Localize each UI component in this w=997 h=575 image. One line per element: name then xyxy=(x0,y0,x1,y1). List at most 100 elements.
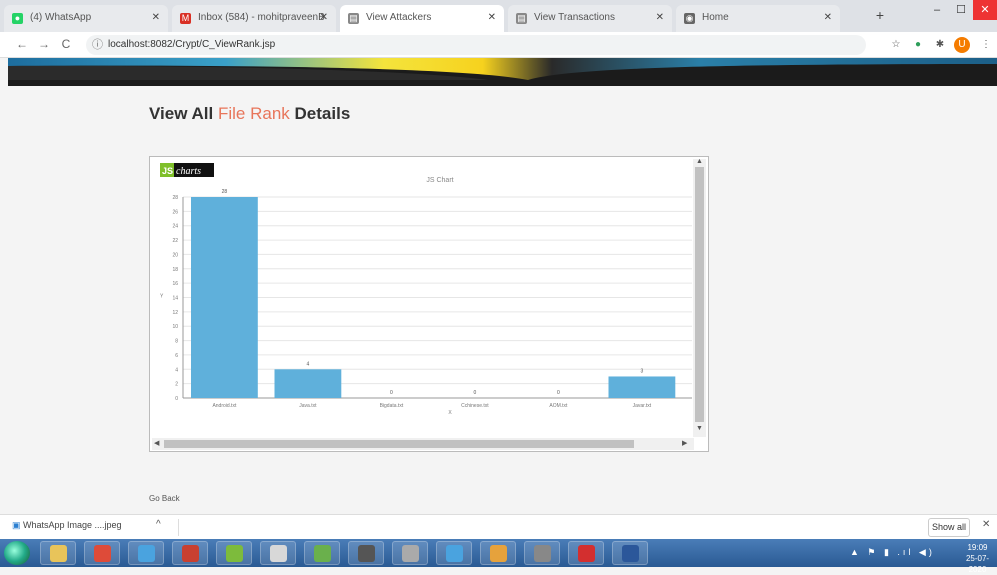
taskbar-app[interactable] xyxy=(392,541,428,565)
taskbar-app[interactable] xyxy=(524,541,560,565)
y-tick-label: 16 xyxy=(172,281,178,287)
bar-value-label: 0 xyxy=(390,390,393,396)
close-tab-icon[interactable]: ✕ xyxy=(824,12,832,23)
close-downloads-button[interactable]: ✕ xyxy=(982,519,990,530)
address-bar[interactable]: ⓘ localhost:8082/Crypt/C_ViewRank.jsp xyxy=(86,35,866,55)
star-icon[interactable]: ☆ xyxy=(888,37,904,53)
browser-tab[interactable]: ▤ View Transactions ✕ xyxy=(508,5,672,32)
taskbar-app[interactable] xyxy=(84,541,120,565)
chart-frame: JS charts JS Chart 0 2 4 6 8 10 12 14 16 18 20 22 24 26 2… xyxy=(149,156,709,452)
scroll-left-arrow[interactable]: ◀ xyxy=(154,439,159,447)
chart-logo-text: charts xyxy=(176,166,201,177)
divider xyxy=(178,519,179,536)
whatsapp-icon: ● xyxy=(12,13,23,24)
horizontal-scroll-thumb[interactable] xyxy=(164,440,634,448)
tab-label: (4) WhatsApp xyxy=(30,12,92,23)
bar-chart: JS chartsJS Chart024681012141618202224262… xyxy=(160,163,692,416)
download-item[interactable]: ▣ WhatsApp Image ....jpeg xyxy=(12,520,122,531)
x-tick-label: Android.txt xyxy=(212,403,237,409)
app-icon xyxy=(182,545,199,562)
profile-icon[interactable]: U xyxy=(954,37,970,53)
browser-tab[interactable]: ◉ Home ✕ xyxy=(676,5,840,32)
vertical-scrollbar[interactable]: ▲ ▼ xyxy=(693,158,706,437)
show-all-button[interactable]: Show all xyxy=(928,518,970,537)
app3-icon xyxy=(358,545,375,562)
close-window-button[interactable]: ✕ xyxy=(973,0,997,20)
y-tick-label: 24 xyxy=(172,224,178,230)
puzzle-icon[interactable]: ✱ xyxy=(932,37,948,53)
tab-label: Inbox (584) - mohitpraveenB xyxy=(198,12,325,23)
chart-logo-prefix: JS xyxy=(162,166,173,176)
minimize-button[interactable]: – xyxy=(925,0,949,20)
taskbar-app[interactable] xyxy=(128,541,164,565)
x-tick-label: AOM.txt xyxy=(549,403,568,409)
pdf-icon xyxy=(578,545,595,562)
system-tray[interactable]: ▲ ⚑ ▮ .ıl ◀) xyxy=(850,547,935,558)
browser-tab[interactable]: M Inbox (584) - mohitpraveenB ✕ xyxy=(172,5,336,32)
taskbar-app[interactable] xyxy=(436,541,472,565)
reload-button[interactable]: C xyxy=(58,37,74,51)
taskbar-app[interactable] xyxy=(172,541,208,565)
extension-icon[interactable]: ● xyxy=(910,37,926,53)
browser-tab[interactable]: ● (4) WhatsApp ✕ xyxy=(4,5,168,32)
new-tab-button[interactable]: + xyxy=(872,8,888,24)
vertical-scroll-thumb[interactable] xyxy=(695,167,704,422)
bar-value-label: 28 xyxy=(222,189,228,195)
y-tick-label: 8 xyxy=(175,339,178,345)
y-tick-label: 28 xyxy=(172,195,178,201)
y-tick-label: 14 xyxy=(172,296,178,302)
y-tick-label: 20 xyxy=(172,252,178,258)
forward-button[interactable]: → xyxy=(36,37,52,51)
horizontal-scrollbar[interactable]: ◀ ▶ xyxy=(152,438,694,450)
browser-tab[interactable]: ▤ View Attackers ✕ xyxy=(340,5,504,32)
taskbar-app[interactable] xyxy=(612,541,648,565)
y-tick-label: 12 xyxy=(172,310,178,316)
y-tick-label: 26 xyxy=(172,209,178,215)
taskbar-app[interactable] xyxy=(348,541,384,565)
image-file-icon: ▣ xyxy=(12,520,24,530)
scroll-up-arrow[interactable]: ▲ xyxy=(696,158,703,165)
taskbar-app[interactable] xyxy=(216,541,252,565)
close-tab-icon[interactable]: ✕ xyxy=(320,12,328,23)
scroll-right-arrow[interactable]: ▶ xyxy=(682,439,687,447)
taskbar-app[interactable] xyxy=(568,541,604,565)
start-button[interactable] xyxy=(4,541,30,565)
chrome-icon xyxy=(94,545,111,562)
maximize-button[interactable]: ☐ xyxy=(949,0,973,20)
site-info-icon[interactable]: ⓘ xyxy=(92,35,103,55)
y-tick-label: 2 xyxy=(175,382,178,388)
back-button[interactable]: ← xyxy=(14,37,30,51)
taskbar-app[interactable] xyxy=(260,541,296,565)
y-tick-label: 22 xyxy=(172,238,178,244)
download-options-chevron[interactable]: ^ xyxy=(156,519,161,530)
window-controls: – ☐ ✕ xyxy=(925,0,997,20)
app7-icon xyxy=(534,545,551,562)
paint-icon xyxy=(314,545,331,562)
word-icon xyxy=(622,545,639,562)
bar xyxy=(191,197,258,398)
url-text: localhost:8082/Crypt/C_ViewRank.jsp xyxy=(108,39,276,50)
close-tab-icon[interactable]: ✕ xyxy=(656,12,664,23)
bar xyxy=(274,369,342,398)
globe-icon: ◉ xyxy=(684,13,695,24)
x-tick-label: Cchinese.txt xyxy=(461,403,489,409)
tab-label: View Transactions xyxy=(534,12,615,23)
tab-label: Home xyxy=(702,12,729,23)
clock[interactable]: 19:09 25-07-2020 xyxy=(958,542,997,575)
taskbar-app[interactable] xyxy=(40,541,76,565)
tab-strip: + – ☐ ✕ ● (4) WhatsApp ✕ M Inbox (584) - mohit… xyxy=(0,0,997,32)
x-axis-label: X xyxy=(448,410,452,416)
gmail-icon: M xyxy=(180,13,191,24)
menu-icon[interactable]: ⋮ xyxy=(978,37,994,53)
browser-toolbar: ← → C ⓘ localhost:8082/Crypt/C_ViewRank.… xyxy=(0,32,997,58)
windows-media-icon xyxy=(138,545,155,562)
taskbar-app[interactable] xyxy=(480,541,516,565)
bar-value-label: 3 xyxy=(641,368,644,374)
y-axis-label: Y xyxy=(160,294,164,300)
close-tab-icon[interactable]: ✕ xyxy=(152,12,160,23)
close-tab-icon[interactable]: ✕ xyxy=(488,12,496,23)
chart-title: JS Chart xyxy=(426,177,453,184)
go-back-link[interactable]: Go Back xyxy=(149,494,180,503)
taskbar-app[interactable] xyxy=(304,541,340,565)
scroll-down-arrow[interactable]: ▼ xyxy=(696,425,703,432)
